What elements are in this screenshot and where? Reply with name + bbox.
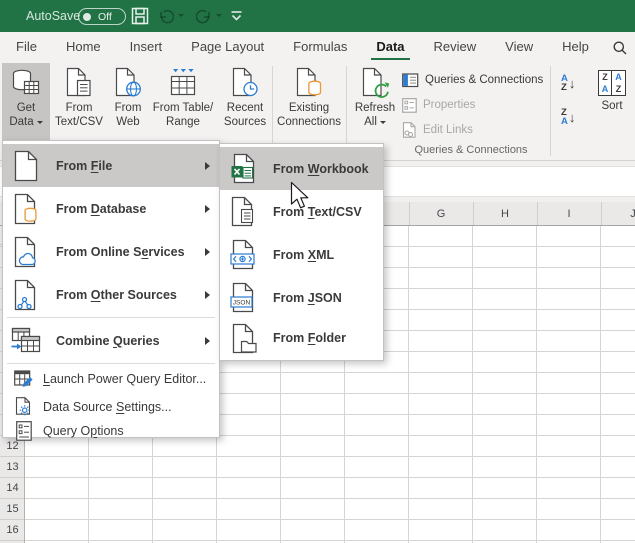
menu-item-combine-queries[interactable]: Combine Queries	[3, 319, 219, 362]
queries-connections-button[interactable]: Queries & Connections	[402, 71, 543, 89]
submenu-arrow-icon	[205, 162, 210, 170]
menu-separator	[7, 363, 215, 364]
titlebar: AutoSave Off	[0, 0, 635, 32]
menu-item-launch-power-query-editor[interactable]: Launch Power Query Editor...	[3, 365, 219, 393]
from-file-icon	[11, 148, 41, 184]
autosave-state: Off	[98, 11, 112, 23]
excel-window: AutoSave Off File Home Insert Page	[0, 0, 635, 543]
from-database-icon	[11, 191, 41, 227]
mouse-cursor	[290, 181, 312, 213]
tab-data[interactable]: Data	[376, 32, 404, 62]
undo-dropdown-icon[interactable]	[178, 14, 184, 17]
submenu-arrow-icon	[205, 337, 210, 345]
recent-sources-icon	[229, 67, 261, 99]
submenu-item-from-json[interactable]: JSON From JSON	[220, 276, 383, 319]
tab-review[interactable]: Review	[434, 32, 477, 62]
column-header-h[interactable]: H	[473, 202, 537, 226]
autosave-toggle[interactable]: Off	[78, 8, 126, 25]
existing-connections-icon	[293, 67, 325, 99]
dropdown-arrow-icon	[37, 121, 43, 124]
submenu-item-from-folder[interactable]: From Folder	[220, 319, 383, 357]
row-header-13[interactable]: 13	[0, 457, 25, 478]
from-workbook-icon	[228, 151, 258, 187]
from-text-csv-ribbon-icon	[63, 67, 95, 99]
row-header-16[interactable]: 16	[0, 520, 25, 541]
quick-access-toolbar-icon[interactable]	[230, 10, 243, 22]
tab-help[interactable]: Help	[562, 32, 589, 62]
from-table-range-button[interactable]: From Table/Range	[151, 63, 215, 140]
dropdown-arrow-icon	[380, 121, 386, 124]
active-tab-underline	[371, 58, 409, 61]
redo-dropdown-icon[interactable]	[216, 14, 222, 17]
data-source-settings-icon	[14, 397, 34, 417]
menu-item-from-other-sources[interactable]: From Other Sources	[3, 273, 219, 316]
get-data-menu: From File From Database	[2, 140, 220, 438]
sort-button[interactable]: Z A A Z Sort	[592, 64, 632, 140]
sort-icon: Z A A Z	[598, 70, 626, 96]
row-header-15[interactable]: 15	[0, 499, 25, 520]
from-xml-icon	[228, 237, 258, 273]
from-json-icon: JSON	[228, 280, 258, 316]
ribbon-tabs: File Home Insert Page Layout Formulas Da…	[0, 32, 635, 62]
submenu-item-from-xml[interactable]: From XML	[220, 233, 383, 276]
from-web-icon	[112, 67, 144, 99]
from-text-csv-button[interactable]: FromText/CSV	[53, 63, 105, 140]
down-arrow-icon: ↓	[569, 76, 576, 91]
from-table-range-icon	[167, 67, 199, 99]
from-folder-icon	[228, 320, 258, 356]
sort-az-button[interactable]: A Z ↓	[561, 74, 575, 92]
refresh-all-icon	[359, 67, 391, 99]
menu-item-from-file[interactable]: From File	[3, 144, 219, 187]
autosave-label: AutoSave	[26, 0, 80, 32]
from-web-button[interactable]: FromWeb	[107, 63, 149, 140]
column-header-g[interactable]: G	[409, 202, 473, 226]
search-icon[interactable]	[612, 40, 628, 56]
toggle-knob-icon	[83, 13, 91, 21]
redo-icon[interactable]	[196, 8, 212, 24]
down-arrow-icon: ↓	[569, 110, 576, 125]
get-data-button[interactable]: Get Data	[2, 63, 50, 140]
save-icon[interactable]	[131, 7, 149, 25]
column-header-j[interactable]: J	[601, 202, 635, 226]
sort-za-button[interactable]: Z A ↓	[561, 108, 575, 126]
submenu-arrow-icon	[205, 205, 210, 213]
tab-home[interactable]: Home	[66, 32, 101, 62]
edit-links-button[interactable]: Edit Links	[402, 121, 473, 139]
tab-file[interactable]: File	[16, 32, 37, 62]
group-separator	[550, 66, 551, 156]
query-options-icon	[14, 421, 34, 441]
submenu-arrow-icon	[205, 291, 210, 299]
edit-links-icon	[402, 122, 417, 138]
get-data-icon	[10, 67, 42, 99]
from-other-sources-icon	[11, 277, 41, 313]
menu-item-from-database[interactable]: From Database	[3, 187, 219, 230]
refresh-all-button[interactable]: Refresh All	[351, 63, 399, 140]
tab-page-layout[interactable]: Page Layout	[191, 32, 264, 62]
undo-icon[interactable]	[158, 8, 174, 24]
tab-view[interactable]: View	[505, 32, 533, 62]
tab-insert[interactable]: Insert	[130, 32, 163, 62]
from-text-csv-icon	[228, 194, 258, 230]
recent-sources-button[interactable]: RecentSources	[219, 63, 271, 140]
svg-text:JSON: JSON	[232, 300, 250, 307]
existing-connections-button[interactable]: ExistingConnections	[276, 63, 342, 140]
properties-icon	[402, 98, 417, 113]
combine-queries-icon	[11, 323, 41, 359]
menu-item-query-options[interactable]: Query Options	[3, 417, 219, 445]
group-label-queries-connections: Queries & Connections	[396, 144, 546, 156]
menu-separator	[7, 317, 215, 318]
column-header-i[interactable]: I	[537, 202, 601, 226]
properties-button[interactable]: Properties	[402, 96, 475, 114]
from-online-services-icon	[11, 234, 41, 270]
row-header-14[interactable]: 14	[0, 478, 25, 499]
menu-item-from-online-services[interactable]: From Online Services	[3, 230, 219, 273]
submenu-arrow-icon	[205, 248, 210, 256]
power-query-editor-icon	[14, 369, 34, 389]
tab-formulas[interactable]: Formulas	[293, 32, 347, 62]
from-file-submenu: From Workbook From Text/CSV	[219, 143, 384, 361]
queries-connections-icon	[402, 73, 419, 88]
